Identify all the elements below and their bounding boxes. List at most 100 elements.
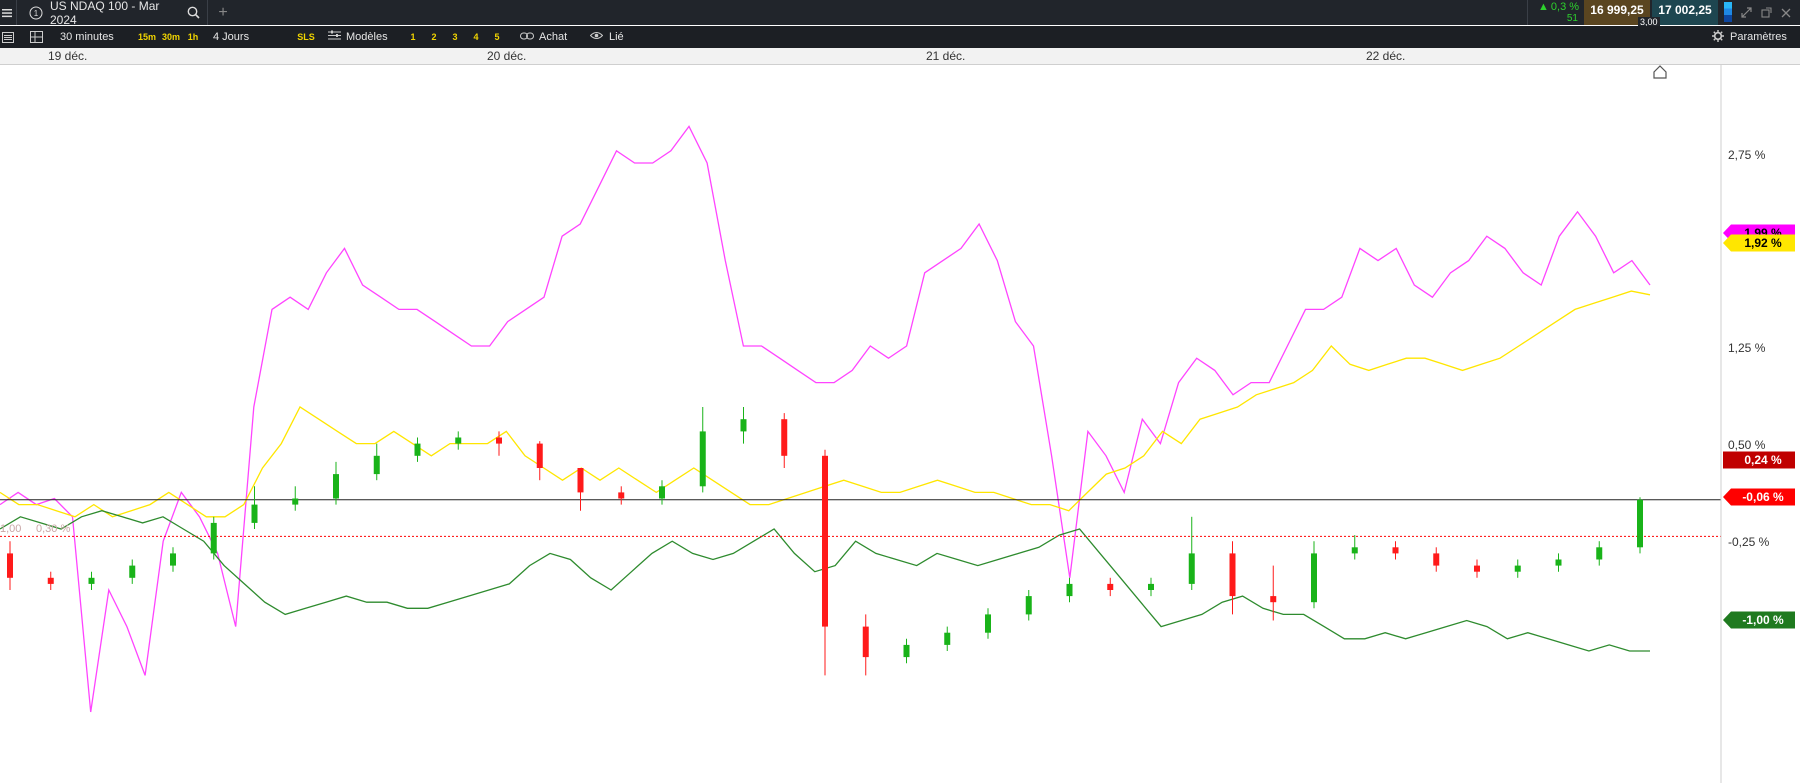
candle [1351, 535, 1358, 560]
hamburger-menu-icon[interactable] [0, 0, 14, 25]
candle [699, 407, 706, 493]
models-label: Modèles [346, 31, 388, 43]
candle [944, 626, 951, 651]
candle [1066, 577, 1073, 603]
popout-icon[interactable] [1758, 0, 1774, 25]
model-slot-4[interactable]: 4 [469, 29, 483, 45]
series-badge: 1,92 % [1723, 234, 1795, 252]
ask-price: 17 002,25 [1658, 3, 1712, 17]
candle [414, 437, 421, 462]
candle [862, 614, 869, 676]
period-select[interactable]: 4 Jours [213, 26, 273, 48]
link-chain-icon [520, 31, 534, 44]
window-number-icon[interactable]: 1 [28, 0, 44, 25]
interval-15m-button[interactable]: 15m [136, 29, 158, 45]
interval-1h-button[interactable]: 1h [184, 29, 202, 45]
gear-icon [1712, 29, 1724, 45]
chart-area[interactable]: 2,75 %1,25 %0,50 %-0,25 % 1,99 %1,92 %0,… [0, 65, 1800, 783]
date-label-2: 20 déc. [487, 49, 527, 63]
interval-select[interactable]: 30 minutes [60, 26, 130, 48]
candle [822, 449, 828, 676]
chart-toolbar: 30 minutes 15m 30m 1h 4 Jours SLS Modèle… [0, 26, 1800, 48]
candle [1596, 541, 1603, 566]
ask-box[interactable]: 17 002,25 [1652, 0, 1718, 25]
date-axis: 19 déc. 20 déc. 21 déc. 22 déc. [0, 48, 1800, 65]
candle [333, 461, 339, 505]
change-percent: 0,3 % [1550, 1, 1580, 13]
candle [129, 559, 136, 584]
candle [47, 571, 54, 590]
instrument-title[interactable]: US NDAQ 100 - Mar 2024 [50, 0, 185, 27]
series-badge-label: -0,06 % [1742, 490, 1784, 504]
candle [292, 486, 299, 511]
date-label-4: 22 déc. [1366, 49, 1406, 63]
candle [1514, 559, 1521, 578]
candle [577, 468, 584, 511]
series-labels: 1,99 %1,92 %0,24 %-0,06 %-1,00 % [1723, 224, 1795, 629]
up-triangle-icon: ▲ [1538, 1, 1549, 13]
date-label-1: 19 déc. [48, 49, 88, 63]
chart-plot [0, 125, 1721, 713]
candle [781, 413, 788, 468]
candle [1148, 577, 1154, 597]
series-badge: -0,06 % [1723, 488, 1795, 506]
add-tab-icon[interactable]: + [215, 0, 231, 25]
home-icon[interactable] [1653, 65, 1667, 79]
candle [1107, 577, 1114, 597]
lie-button[interactable]: Lié [589, 26, 630, 48]
lie-label: Lié [609, 31, 624, 43]
candle [1474, 559, 1480, 578]
candle [373, 443, 380, 481]
candle [1188, 516, 1195, 590]
candle [1392, 541, 1399, 560]
bid-price: 16 999,25 [1590, 3, 1644, 17]
left-labels: 1,00 0,30 % [0, 523, 70, 535]
top-bar: 1 US NDAQ 100 - Mar 2024 + ▲ 0,3 % 51 16… [0, 0, 1800, 27]
restore-icon[interactable] [1738, 0, 1754, 25]
candle [985, 608, 991, 639]
svg-text:1: 1 [34, 9, 39, 18]
series-badge-label: -1,00 % [1742, 613, 1784, 627]
close-icon[interactable] [1778, 0, 1794, 25]
change-box: ▲ 0,3 % 51 [1532, 0, 1582, 25]
series-badge-label: 1,92 % [1744, 236, 1782, 250]
layout-icon[interactable] [30, 26, 46, 48]
candle [618, 486, 625, 505]
candle [88, 571, 95, 590]
change-count: 51 [1566, 13, 1578, 24]
search-icon[interactable] [185, 0, 201, 25]
achat-label: Achat [539, 31, 568, 43]
candle [170, 547, 176, 572]
list-view-icon[interactable] [2, 26, 16, 48]
interval-30m-button[interactable]: 30m [160, 29, 182, 45]
y-tick-label: 2,75 % [1728, 148, 1766, 162]
candle [1433, 547, 1440, 572]
candle [1229, 541, 1236, 615]
eye-icon [589, 31, 604, 43]
model-slot-2[interactable]: 2 [427, 29, 441, 45]
candle [210, 516, 217, 560]
candle [740, 407, 747, 444]
series-badge: -1,00 % [1723, 611, 1795, 629]
ticker-color-strip [1724, 2, 1732, 22]
left-label: 0,30 % [36, 523, 70, 535]
candle [1555, 553, 1562, 572]
achat-button[interactable]: Achat [520, 26, 580, 48]
candle [903, 638, 910, 664]
y-tick-label: 1,25 % [1728, 341, 1766, 355]
model-slot-3[interactable]: 3 [448, 29, 462, 45]
candle [251, 486, 258, 529]
parameters-button[interactable]: Paramètres [1712, 26, 1798, 48]
parameters-label: Paramètres [1730, 31, 1787, 43]
model-slot-1[interactable]: 1 [406, 29, 420, 45]
candle [1637, 497, 1643, 554]
sls-button[interactable]: SLS [294, 29, 318, 45]
y-tick-label: -0,25 % [1728, 535, 1770, 549]
y-tick-label: 0,50 % [1728, 438, 1766, 452]
models-button[interactable]: Modèles [328, 26, 398, 48]
model-slot-5[interactable]: 5 [490, 29, 504, 45]
date-label-3: 21 déc. [926, 49, 966, 63]
left-label: 1,00 [0, 523, 21, 535]
series-badge: 0,24 % [1723, 451, 1795, 469]
candle [455, 431, 462, 450]
